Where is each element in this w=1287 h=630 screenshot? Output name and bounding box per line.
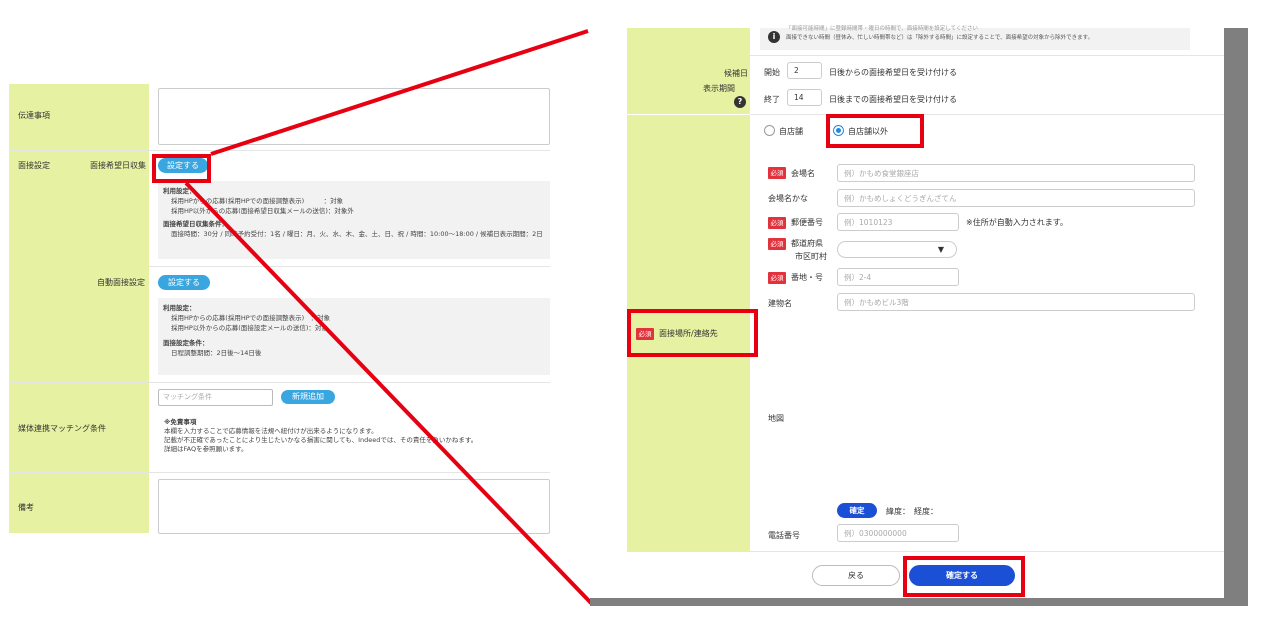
building-input[interactable]: 例）かもめビル3階 bbox=[837, 293, 1195, 311]
start-days-input[interactable]: 2 bbox=[787, 62, 822, 79]
required-badge: 必須 bbox=[768, 238, 786, 250]
row-label-bg bbox=[627, 28, 750, 55]
divider bbox=[627, 551, 1224, 552]
venue-input[interactable]: 例）かもめ食堂銀座店 bbox=[837, 164, 1195, 182]
highlight-place-label bbox=[627, 309, 758, 357]
street-label: 番地・号 bbox=[791, 273, 823, 282]
venue-kana-label: 会場名かな bbox=[768, 194, 808, 203]
divider bbox=[750, 114, 1224, 115]
phone-input[interactable]: 例）0300000000 bbox=[837, 524, 959, 542]
required-badge: 必須 bbox=[768, 217, 786, 229]
venue-label: 会場名 bbox=[791, 169, 815, 178]
building-label: 建物名 bbox=[768, 299, 792, 308]
highlight-confirm-button bbox=[903, 556, 1025, 597]
pref-select[interactable]: ▼ bbox=[837, 241, 957, 258]
zip-note: ※住所が自動入力されます。 bbox=[966, 218, 1068, 227]
map-label: 地図 bbox=[768, 414, 784, 423]
zip-label: 郵便番号 bbox=[791, 218, 823, 227]
help-icon[interactable]: ? bbox=[734, 96, 746, 108]
start-label: 開始 bbox=[764, 68, 780, 77]
radio-own-label: 自店舗 bbox=[779, 127, 803, 136]
kohobi-label-1: 候補日 bbox=[724, 69, 748, 78]
zip-input[interactable]: 例）1010123 bbox=[837, 213, 959, 231]
top-info-box: i 「面接可能時間」に登録時間帯・曜日の時間で、面接時間を設定してください 面接… bbox=[760, 26, 1190, 50]
divider bbox=[750, 55, 1224, 56]
radio-own-store[interactable] bbox=[764, 125, 775, 136]
latlng-text: 緯度： 経度： bbox=[886, 507, 938, 516]
pref-label-2: 市区町村 bbox=[795, 252, 827, 261]
start-suffix: 日後からの面接希望日を受け付ける bbox=[829, 68, 957, 77]
end-suffix: 日後までの面接希望日を受け付ける bbox=[829, 95, 957, 104]
map-area[interactable] bbox=[837, 320, 1195, 496]
pref-label-1: 都道府県 bbox=[791, 239, 823, 248]
chevron-down-icon: ▼ bbox=[937, 245, 944, 254]
phone-label: 電話番号 bbox=[768, 531, 800, 540]
required-badge: 必須 bbox=[768, 167, 786, 179]
highlight-radio-other bbox=[826, 114, 924, 148]
info-text: 面接できない時間（昼休み、忙しい時間帯など）は「除外する時間」に設定することで、… bbox=[786, 35, 1094, 41]
back-button[interactable]: 戻る bbox=[812, 565, 900, 586]
end-days-input[interactable]: 14 bbox=[787, 89, 822, 106]
map-confirm-button[interactable]: 確定 bbox=[837, 503, 877, 518]
street-input[interactable]: 例）2-4 bbox=[837, 268, 959, 286]
end-label: 終了 bbox=[764, 95, 780, 104]
required-badge: 必須 bbox=[768, 272, 786, 284]
kohobi-label-2: 表示期間 bbox=[703, 84, 735, 93]
connector-line-bottom bbox=[184, 181, 594, 606]
connector-line-top bbox=[210, 29, 589, 156]
info-icon: i bbox=[768, 31, 780, 43]
venue-kana-input[interactable]: 例）かもめしょくどうぎんざてん bbox=[837, 189, 1195, 207]
